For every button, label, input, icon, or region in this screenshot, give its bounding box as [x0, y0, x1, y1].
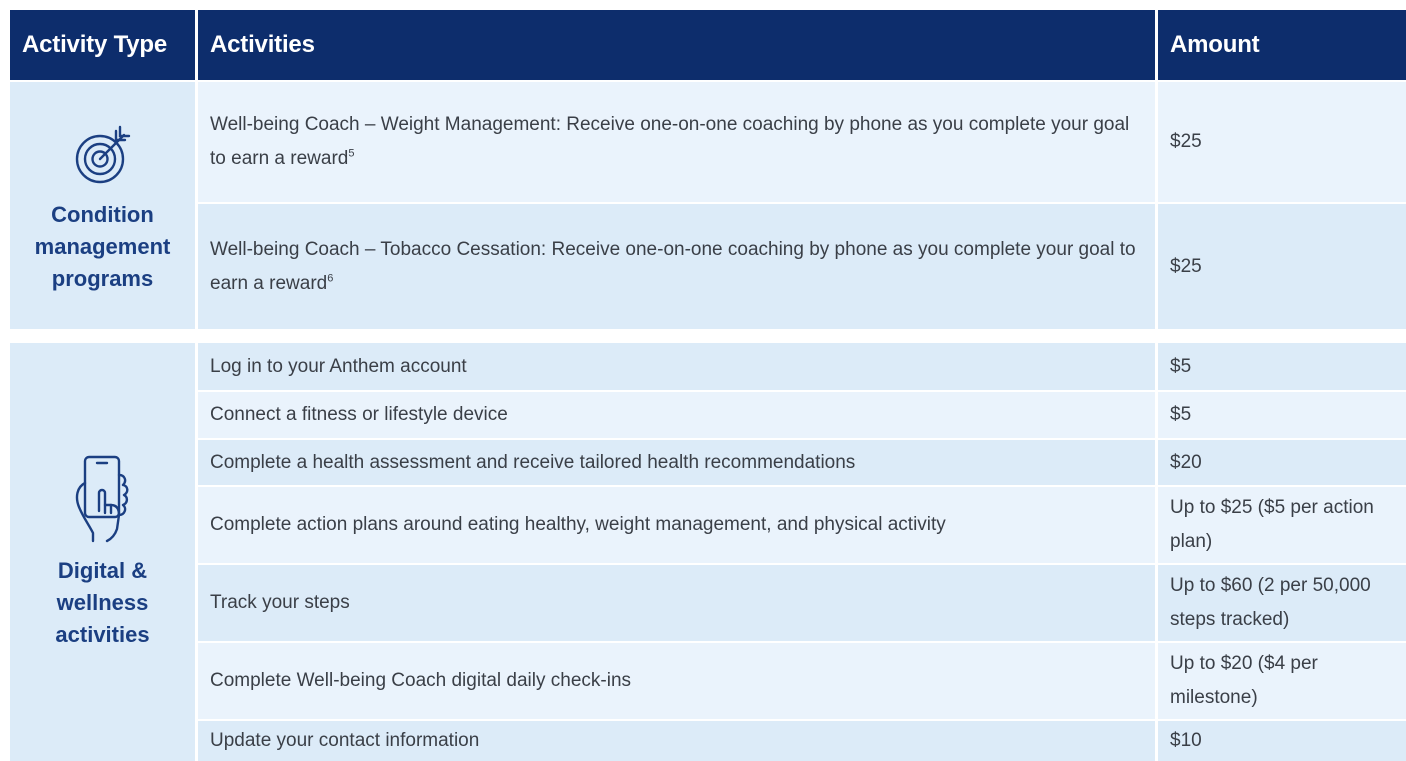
activity-row: Update your contact information	[198, 721, 1155, 761]
activity-row: Complete action plans around eating heal…	[198, 487, 1155, 563]
activity-text: Well-being Coach – Weight Management: Re…	[210, 114, 1130, 169]
group-label: Condition management programs	[34, 201, 171, 291]
group-digital-wellness: Digital & wellness activities	[10, 343, 195, 761]
amount-cell: $25	[1158, 82, 1406, 202]
activity-row: Complete Well-being Coach digital daily …	[198, 643, 1155, 719]
activity-row: Complete a health assessment and receive…	[198, 440, 1155, 485]
header-activities: Activities	[198, 10, 1155, 80]
group-condition-management: Condition management programs	[10, 82, 195, 329]
group-label: Digital & wellness activities	[55, 558, 150, 647]
amount-cell: $10	[1158, 721, 1406, 761]
hand-phone-icon	[71, 453, 135, 545]
amount-cell: Up to $25 ($5 per action plan)	[1158, 487, 1406, 563]
amount-cell: $25	[1158, 204, 1406, 329]
footnote-marker: 5	[348, 147, 355, 160]
activity-text: Well-being Coach – Tobacco Cessation: Re…	[210, 238, 1136, 294]
activity-row: Track your steps	[198, 565, 1155, 641]
amount-cell: Up to $60 (2 per 50,000 steps tracked)	[1158, 565, 1406, 641]
header-amount: Amount	[1158, 10, 1406, 80]
target-icon	[72, 123, 134, 189]
amount-cell: $5	[1158, 392, 1406, 438]
footnote-marker: 6	[327, 272, 334, 285]
amount-cell: $5	[1158, 343, 1406, 390]
activity-row: Log in to your Anthem account	[198, 343, 1155, 390]
header-activity-type: Activity Type	[10, 10, 195, 80]
activity-row: Connect a fitness or lifestyle device	[198, 392, 1155, 438]
amount-cell: $20	[1158, 440, 1406, 485]
activity-row: Well-being Coach – Tobacco Cessation: Re…	[198, 204, 1155, 329]
amount-cell: Up to $20 ($4 per milestone)	[1158, 643, 1406, 719]
activity-row: Well-being Coach – Weight Management: Re…	[198, 82, 1155, 202]
